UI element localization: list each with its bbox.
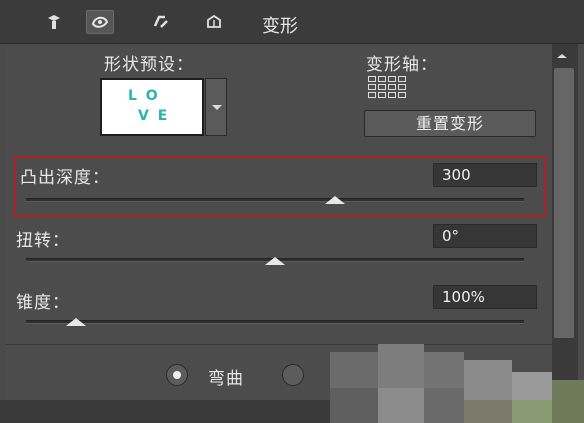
- coordinates-icon[interactable]: [200, 10, 228, 34]
- shape-preset-preview[interactable]: L O V E: [100, 78, 204, 136]
- twist-label: 扭转：: [16, 231, 70, 251]
- tab-deform-label[interactable]: 变形: [262, 12, 298, 38]
- twist-slider-thumb[interactable]: [265, 257, 285, 265]
- taper-input[interactable]: 100%: [433, 285, 537, 309]
- extrusion-depth-input[interactable]: 300: [433, 163, 537, 187]
- bend-radio[interactable]: [166, 364, 188, 386]
- bend-label: 弯曲: [208, 369, 244, 389]
- twist-input[interactable]: 0°: [433, 224, 537, 248]
- extrusion-depth-slider-thumb[interactable]: [324, 196, 345, 204]
- preset-preview-text-bottom: V E: [138, 108, 170, 124]
- properties-tab-bar: 变形: [0, 0, 584, 44]
- shear-radio[interactable]: [282, 364, 304, 386]
- reset-deform-button[interactable]: 重置变形: [364, 110, 536, 137]
- deform-icon[interactable]: [86, 10, 114, 34]
- taper-label: 锥度：: [16, 293, 70, 313]
- section-divider: [6, 344, 552, 345]
- shape-preset-label: 形状预设：: [104, 55, 194, 75]
- deform-axis-grid-icon[interactable]: [368, 76, 408, 100]
- 3d-properties-panel: 变形 形状预设： L O V E 变形轴： 重置变形 凸出深度： 300 扭转：…: [0, 0, 584, 423]
- extrusion-depth-label: 凸出深度：: [20, 168, 110, 188]
- deform-axis-label: 变形轴：: [366, 55, 438, 75]
- taper-slider[interactable]: [26, 320, 524, 324]
- taper-slider-thumb[interactable]: [65, 318, 86, 326]
- cap-icon[interactable]: [148, 10, 176, 34]
- shape-preset-dropdown-button[interactable]: [205, 78, 227, 136]
- preset-preview-text-top: L O: [128, 88, 160, 104]
- panel-scrollbar[interactable]: [552, 44, 578, 423]
- extrusion-depth-slider[interactable]: [26, 198, 524, 202]
- scrollbar-thumb[interactable]: [554, 68, 574, 338]
- mesh-icon[interactable]: [40, 10, 68, 34]
- scroll-up-icon[interactable]: [557, 54, 567, 58]
